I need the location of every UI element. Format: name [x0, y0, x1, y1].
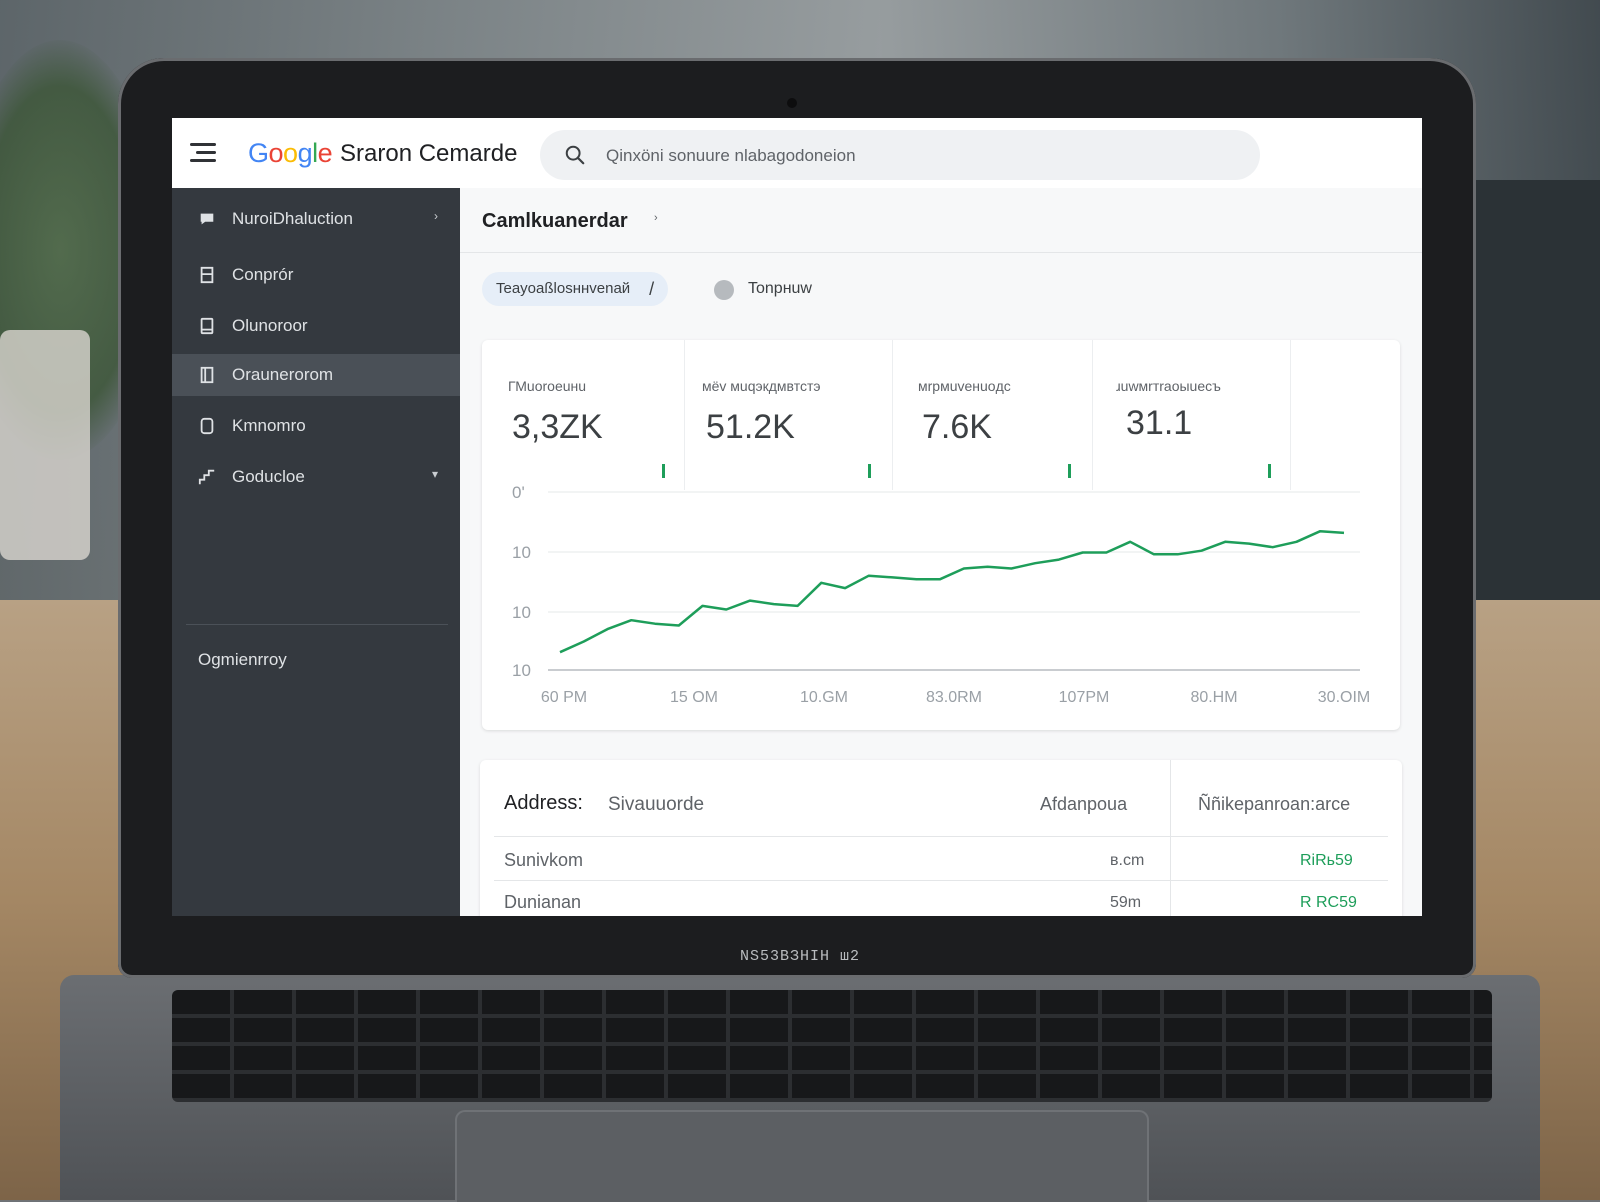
sidebar: NuroiDhaluction › Conprór Olunoroor Orau… [172, 188, 460, 916]
x-tick-label: 80.HM [1190, 689, 1237, 706]
laptop-screen: Google Sraron Cemarde NuroiDhaluction › … [172, 118, 1422, 916]
column-divider [1170, 760, 1171, 916]
main-content: Camlkuanerdar › Teayoaßlosннvenaй / Tonp… [460, 188, 1422, 916]
table-header-value: Sivauuorde [608, 794, 705, 815]
hamburger-menu-icon[interactable] [190, 141, 220, 165]
table-cell-num: в.cm [1110, 852, 1145, 869]
y-tick-label: 10 [512, 603, 531, 622]
y-tick-label: 10 [512, 543, 531, 562]
sidebar-item-2[interactable]: Conprór [172, 254, 460, 296]
sidebar-item-label: Oraunerorom [232, 365, 334, 384]
table-cell-name[interactable]: Sunivkom [504, 850, 583, 871]
edit-icon[interactable]: / [649, 272, 654, 306]
x-tick-label: 30.OIM [1318, 689, 1370, 706]
table-header-label: Address: [504, 792, 583, 814]
page-title: Camlkuanerdar [482, 210, 628, 232]
row-divider [494, 880, 1388, 881]
chevron-right-icon[interactable]: › [654, 212, 658, 224]
sidebar-item-4[interactable]: Oraunerorom [172, 354, 460, 396]
sidebar-item-label: Kmnomro [232, 416, 306, 435]
top-app-bar: Google Sraron Cemarde [172, 118, 1422, 189]
series-line[interactable] [559, 529, 1345, 654]
sidebar-item-label: Goducloe [232, 467, 305, 486]
sidebar-item-5[interactable]: Kmnomro [172, 405, 460, 447]
chat-bubble-icon [200, 213, 214, 225]
globe-icon [714, 280, 734, 300]
address-table: Address: Sivauuorde Afdanpoua Ññikepanro… [480, 760, 1402, 916]
sidebar-footer-link[interactable]: Ogmienrroy [198, 650, 287, 670]
chevron-right-icon: › [434, 209, 438, 223]
laptop-trackpad [455, 1110, 1149, 1202]
product-name: Sraron Cemarde [340, 140, 518, 167]
laptop-keyboard [172, 990, 1492, 1102]
bookmark-icon [200, 266, 214, 284]
x-tick-label: 107PM [1059, 689, 1110, 706]
page-icon [200, 417, 214, 435]
page-header: Camlkuanerdar › [460, 188, 1422, 253]
device-icon [200, 317, 214, 335]
y-tick-label: 0' [512, 483, 525, 502]
search-input[interactable] [604, 142, 1228, 170]
sidebar-item-1[interactable]: NuroiDhaluction › [172, 198, 460, 240]
sidebar-item-label: Olunoroor [232, 316, 308, 335]
secondary-tab[interactable]: Tonpнuw [714, 272, 812, 306]
table-column-header[interactable]: Ññikepanroan:arce [1198, 794, 1350, 815]
secondary-tab-label: Tonpнuw [748, 280, 812, 297]
y-tick-label: 10 [512, 661, 531, 680]
table-cell-num: 59m [1110, 894, 1142, 911]
table-cell-status: R RC59 [1300, 894, 1357, 911]
sidebar-divider [186, 624, 448, 625]
search-bar[interactable] [540, 130, 1260, 180]
x-tick-label: 15 OM [670, 689, 718, 706]
table-column-header[interactable]: Afdanpoua [1040, 794, 1127, 815]
filter-chip[interactable]: Teayoaßlosннvenaй / [482, 272, 669, 306]
sidebar-item-label: Conprór [232, 265, 294, 284]
x-tick-label: 60 PM [541, 689, 587, 706]
table-cell-name[interactable]: Dunianan [504, 892, 581, 913]
laptop-brand-label: NS53BЗ͏HIH ш2 [739, 948, 861, 965]
search-icon [565, 145, 585, 165]
line-chart[interactable]: 0' 10 10 10 60 PM 15 OM 10.GM 83.0RM 107PM 80.HM 3… [482, 340, 1400, 730]
filter-chip-label: Teayoaßlosннvenaй [496, 280, 631, 297]
row-divider [494, 836, 1388, 837]
x-tick-label: 10.GM [800, 689, 848, 706]
chevron-down-icon: ▾ [431, 467, 438, 481]
table-cell-status: RiRь59 [1300, 852, 1353, 869]
metrics-card: ГМuoroeuнu 3,3ZK мёv мuqэкдмвтстэ 51.2K … [482, 340, 1400, 730]
book-icon [200, 366, 214, 384]
sidebar-item-label: NuroiDhaluction [232, 209, 353, 228]
background-pot [0, 330, 90, 560]
x-tick-label: 83.0RM [926, 689, 982, 706]
stairs-icon [198, 469, 215, 485]
sidebar-item-6[interactable]: Goducloe ▾ [172, 456, 460, 498]
sidebar-item-3[interactable]: Olunoroor [172, 305, 460, 347]
google-logo[interactable]: Google [248, 138, 333, 169]
webcam [787, 98, 797, 108]
